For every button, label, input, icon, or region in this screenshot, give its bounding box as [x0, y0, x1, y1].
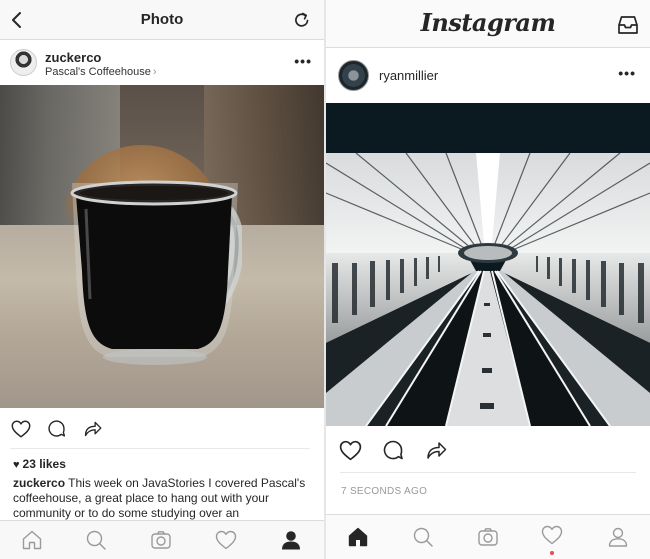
post-actions [326, 430, 650, 470]
top-navigation-bar: Photo [0, 0, 324, 40]
refresh-icon[interactable] [292, 10, 312, 30]
comment-icon[interactable] [381, 438, 405, 462]
heart-icon[interactable] [540, 523, 564, 547]
coffee-mug-image [70, 180, 242, 365]
heart-small-icon: ♥ [13, 459, 20, 471]
chevron-right-icon: › [152, 66, 157, 78]
like-heart-icon[interactable] [10, 418, 32, 440]
post-header: ryanmillier ••• [326, 49, 650, 103]
bottom-tab-bar [0, 520, 324, 559]
post-header: zuckerco Pascal's Coffeehouse › ••• [0, 41, 324, 85]
notification-dot [550, 551, 554, 555]
profile-icon[interactable] [606, 525, 630, 549]
post-caption: zuckerco This week on JavaStories I cove… [13, 476, 313, 521]
share-arrow-icon[interactable] [424, 438, 448, 462]
comment-icon[interactable] [46, 418, 67, 439]
escalator-tunnel-image [326, 103, 650, 426]
page-title: Photo [140, 11, 184, 28]
left-phone-screen: Photo zuckerco Pascal's Coffeehouse › ••• [0, 0, 324, 559]
bottom-tab-bar [326, 514, 650, 559]
camera-icon[interactable] [476, 525, 500, 549]
post-photo[interactable] [326, 103, 650, 426]
post-photo[interactable] [0, 85, 324, 408]
camera-icon[interactable] [149, 528, 173, 552]
divider [10, 448, 310, 449]
top-navigation-bar: Instagram [326, 0, 650, 48]
divider [340, 472, 636, 473]
inbox-icon[interactable] [616, 13, 640, 37]
post-actions [0, 410, 324, 448]
likes-count[interactable]: ♥ 23 likes [13, 457, 66, 471]
like-heart-icon[interactable] [338, 438, 363, 463]
likes-label: 23 likes [22, 457, 66, 471]
post-username[interactable]: ryanmillier [379, 68, 438, 83]
location-label: Pascal's Coffeehouse [45, 66, 151, 78]
caption-username[interactable]: zuckerco [13, 476, 65, 490]
post-username[interactable]: zuckerco [45, 50, 101, 65]
more-options-icon[interactable]: ••• [618, 65, 636, 81]
search-icon[interactable] [411, 525, 435, 549]
more-options-icon[interactable]: ••• [294, 53, 312, 69]
avatar[interactable] [338, 60, 369, 91]
instagram-logo: Instagram [420, 8, 556, 37]
profile-icon[interactable] [279, 528, 303, 552]
avatar[interactable] [10, 49, 37, 76]
home-icon[interactable] [346, 525, 370, 549]
right-phone-screen: Instagram ryanmillier ••• 7 SECONDS AGO [326, 0, 650, 559]
heart-icon[interactable] [214, 528, 238, 552]
home-icon[interactable] [20, 528, 44, 552]
post-location[interactable]: Pascal's Coffeehouse › [45, 66, 157, 78]
post-timestamp: 7 SECONDS AGO [341, 486, 428, 497]
share-arrow-icon[interactable] [82, 418, 103, 439]
search-icon[interactable] [84, 528, 108, 552]
